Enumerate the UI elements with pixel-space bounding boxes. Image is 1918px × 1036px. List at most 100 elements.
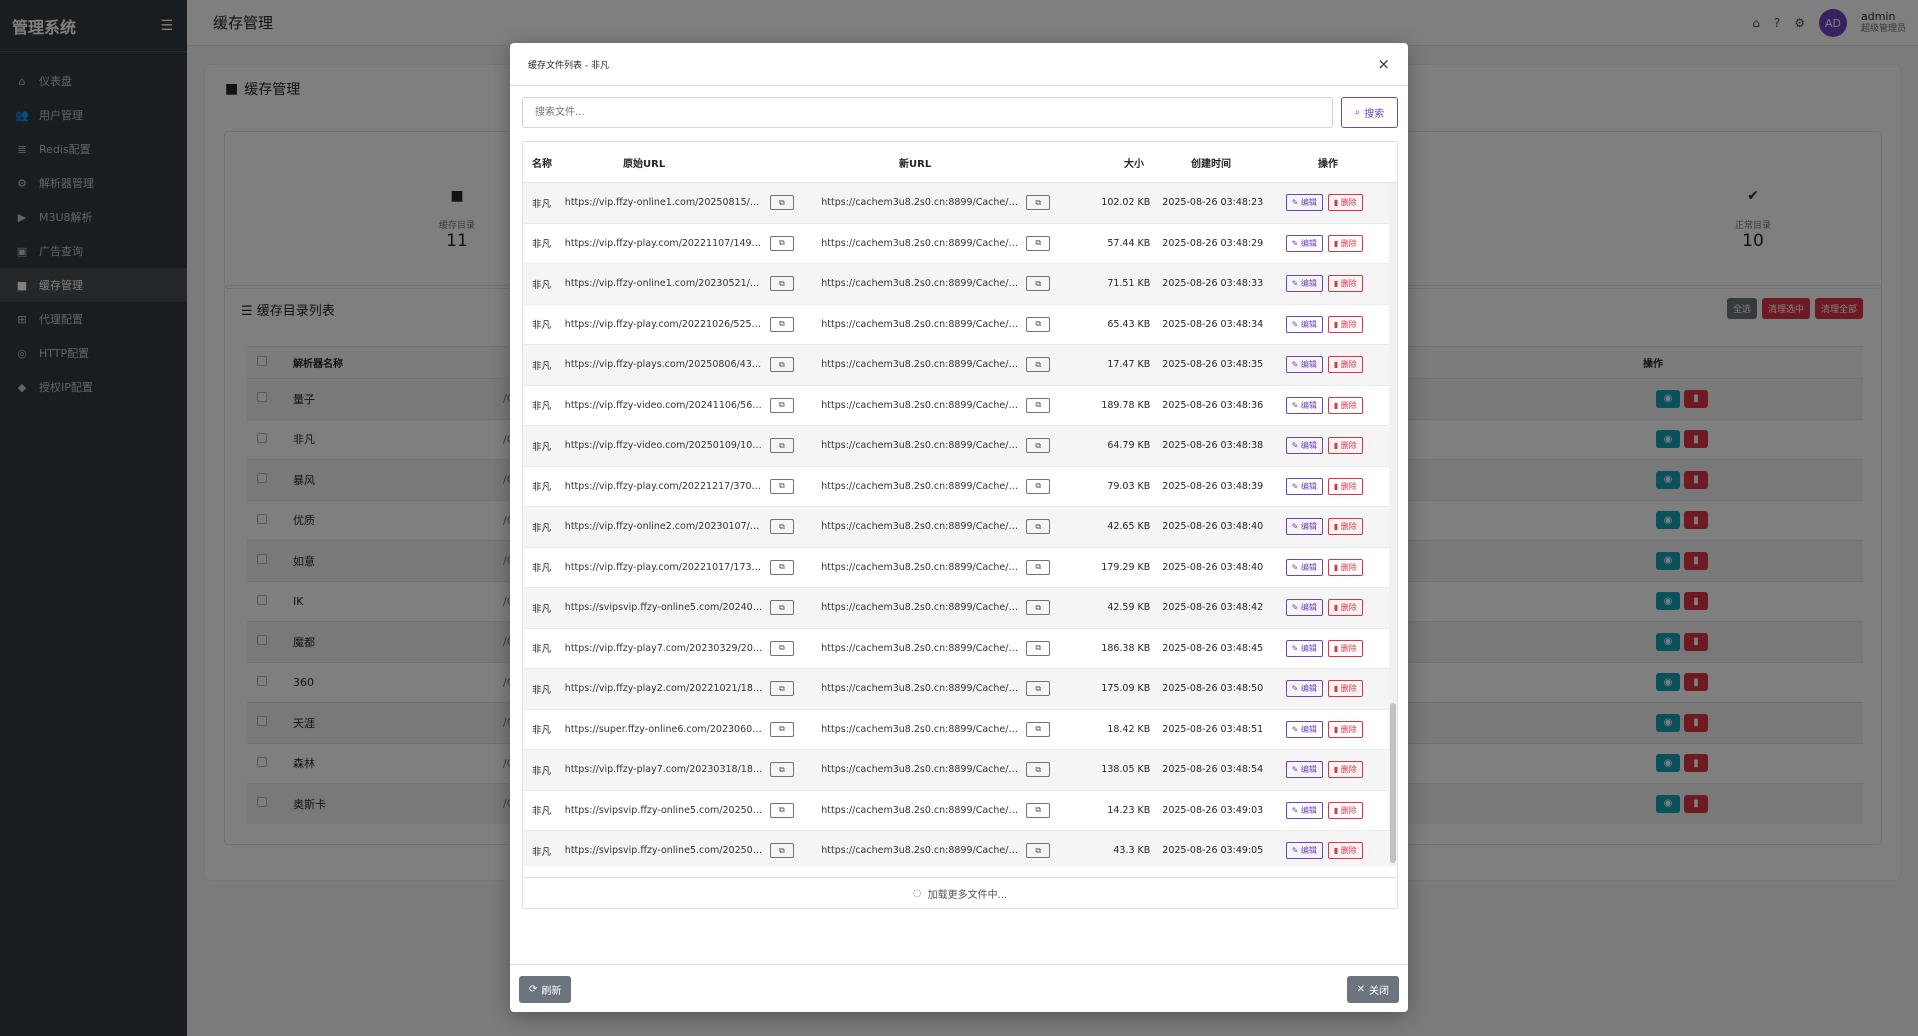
copy-new-button[interactable]: ⧉	[1026, 397, 1051, 413]
copy-new-button[interactable]: ⧉	[1026, 681, 1051, 697]
orig-url: https://vip.ffzy-online1.com/20250815/56…	[564, 197, 765, 209]
scrollbar-thumb[interactable]	[1390, 703, 1396, 863]
copy-orig-button[interactable]: ⧉	[769, 600, 794, 616]
edit-button[interactable]: ✎ 编辑	[1285, 477, 1323, 495]
close-icon[interactable]: ×	[1377, 55, 1390, 73]
delete-button[interactable]: ▮ 删除	[1327, 599, 1363, 617]
delete-button[interactable]: ▮ 删除	[1327, 275, 1363, 293]
copy-orig-button[interactable]: ⧉	[769, 397, 794, 413]
edit-button[interactable]: ✎ 编辑	[1285, 275, 1323, 293]
delete-button[interactable]: ▮ 删除	[1327, 194, 1363, 212]
edit-label: 编辑	[1300, 724, 1317, 734]
copy-new-button[interactable]: ⧉	[1026, 802, 1051, 818]
copy-orig-button[interactable]: ⧉	[769, 519, 794, 535]
close-button[interactable]: ✕ 关闭	[1346, 976, 1399, 1003]
search-button[interactable]: ⌕ 搜索	[1341, 97, 1398, 128]
copy-icon: ⧉	[778, 805, 785, 815]
scrollbar[interactable]	[1389, 183, 1397, 866]
delete-label: 删除	[1340, 360, 1357, 370]
delete-button[interactable]: ▮ 删除	[1327, 720, 1363, 738]
copy-new-button[interactable]: ⧉	[1026, 276, 1051, 292]
copy-orig-button[interactable]: ⧉	[769, 802, 794, 818]
delete-button[interactable]: ▮ 删除	[1327, 315, 1363, 333]
edit-button[interactable]: ✎ 编辑	[1285, 599, 1323, 617]
copy-orig-button[interactable]: ⧉	[769, 721, 794, 737]
edit-button[interactable]: ✎ 编辑	[1285, 234, 1323, 252]
search-input[interactable]	[522, 97, 1333, 128]
edit-button[interactable]: ✎ 编辑	[1285, 518, 1323, 536]
delete-button[interactable]: ▮ 删除	[1327, 801, 1363, 819]
copy-orig-button[interactable]: ⧉	[769, 762, 794, 778]
copy-new-button[interactable]: ⧉	[1026, 519, 1051, 535]
copy-new-button[interactable]: ⧉	[1026, 640, 1051, 656]
delete-button[interactable]: ▮ 删除	[1327, 356, 1363, 374]
file-size: 64.79 KB	[1107, 440, 1151, 452]
delete-button[interactable]: ▮ 删除	[1327, 842, 1363, 860]
edit-button[interactable]: ✎ 编辑	[1285, 639, 1323, 657]
copy-new-button[interactable]: ⧉	[1026, 721, 1051, 737]
delete-label: 删除	[1340, 522, 1357, 532]
edit-button[interactable]: ✎ 编辑	[1285, 194, 1323, 212]
edit-icon: ✎	[1291, 279, 1299, 289]
edit-button[interactable]: ✎ 编辑	[1285, 315, 1323, 333]
copy-orig-button[interactable]: ⧉	[769, 195, 794, 211]
copy-new-button[interactable]: ⧉	[1026, 316, 1051, 332]
copy-new-button[interactable]: ⧉	[1026, 235, 1051, 251]
created-time: 2025-08-26 03:48:34	[1162, 318, 1264, 330]
copy-new-button[interactable]: ⧉	[1026, 762, 1051, 778]
copy-orig-button[interactable]: ⧉	[769, 843, 794, 859]
file-size: 65.43 KB	[1107, 318, 1151, 330]
copy-orig-button[interactable]: ⧉	[769, 438, 794, 454]
copy-orig-button[interactable]: ⧉	[769, 559, 794, 575]
copy-orig-button[interactable]: ⧉	[769, 640, 794, 656]
edit-button[interactable]: ✎ 编辑	[1285, 842, 1323, 860]
delete-button[interactable]: ▮ 删除	[1327, 639, 1363, 657]
edit-icon: ✎	[1291, 643, 1299, 653]
table-row: 非凡 https://super.ffzy-online6.com/2023060…	[523, 710, 1389, 750]
edit-icon: ✎	[1291, 360, 1299, 370]
edit-button[interactable]: ✎ 编辑	[1285, 801, 1323, 819]
copy-orig-button[interactable]: ⧉	[769, 478, 794, 494]
table-row: 非凡 https://vip.ffzy-plays.com/20250806/43…	[523, 345, 1389, 386]
edit-button[interactable]: ✎ 编辑	[1285, 396, 1323, 414]
edit-icon: ✎	[1291, 846, 1299, 856]
delete-button[interactable]: ▮ 删除	[1327, 437, 1363, 455]
edit-button[interactable]: ✎ 编辑	[1285, 558, 1323, 576]
edit-button[interactable]: ✎ 编辑	[1285, 761, 1323, 779]
copy-new-button[interactable]: ⧉	[1026, 357, 1051, 373]
delete-button[interactable]: ▮ 删除	[1327, 558, 1363, 576]
trash-icon: ▮	[1333, 805, 1339, 815]
refresh-button[interactable]: ⟳ 刷新	[519, 976, 572, 1003]
delete-button[interactable]: ▮ 删除	[1327, 680, 1363, 698]
delete-label: 删除	[1340, 481, 1357, 491]
edit-button[interactable]: ✎ 编辑	[1285, 680, 1323, 698]
table-row: 非凡 https://vip.ffzy-play.com/20221017/173…	[523, 548, 1389, 588]
copy-new-button[interactable]: ⧉	[1026, 559, 1051, 575]
delete-button[interactable]: ▮ 删除	[1327, 234, 1363, 252]
delete-button[interactable]: ▮ 删除	[1327, 477, 1363, 495]
copy-orig-button[interactable]: ⧉	[769, 681, 794, 697]
edit-label: 编辑	[1300, 441, 1317, 451]
file-size: 102.02 KB	[1101, 197, 1151, 209]
copy-new-button[interactable]: ⧉	[1026, 600, 1051, 616]
new-url: https://cachem3u8.2s0.cn:8899/Cache/Ff/.…	[821, 764, 1022, 776]
edit-button[interactable]: ✎ 编辑	[1285, 437, 1323, 455]
copy-new-button[interactable]: ⧉	[1026, 438, 1051, 454]
edit-button[interactable]: ✎ 编辑	[1285, 720, 1323, 738]
file-name: 非凡	[532, 482, 552, 494]
created-time: 2025-08-26 03:48:40	[1162, 561, 1264, 573]
copy-orig-button[interactable]: ⧉	[769, 235, 794, 251]
copy-new-button[interactable]: ⧉	[1026, 195, 1051, 211]
copy-orig-button[interactable]: ⧉	[769, 316, 794, 332]
copy-new-button[interactable]: ⧉	[1026, 843, 1051, 859]
delete-button[interactable]: ▮ 删除	[1327, 518, 1363, 536]
edit-button[interactable]: ✎ 编辑	[1285, 356, 1323, 374]
copy-orig-button[interactable]: ⧉	[769, 276, 794, 292]
orig-url: https://vip.ffzy-online1.com/20230521/39…	[564, 278, 765, 290]
delete-button[interactable]: ▮ 删除	[1327, 396, 1363, 414]
copy-orig-button[interactable]: ⧉	[769, 357, 794, 373]
files-table-body[interactable]: 非凡 https://vip.ffzy-online1.com/20250815/…	[523, 183, 1389, 866]
file-name: 非凡	[532, 644, 552, 656]
delete-button[interactable]: ▮ 删除	[1327, 761, 1363, 779]
copy-new-button[interactable]: ⧉	[1026, 478, 1051, 494]
